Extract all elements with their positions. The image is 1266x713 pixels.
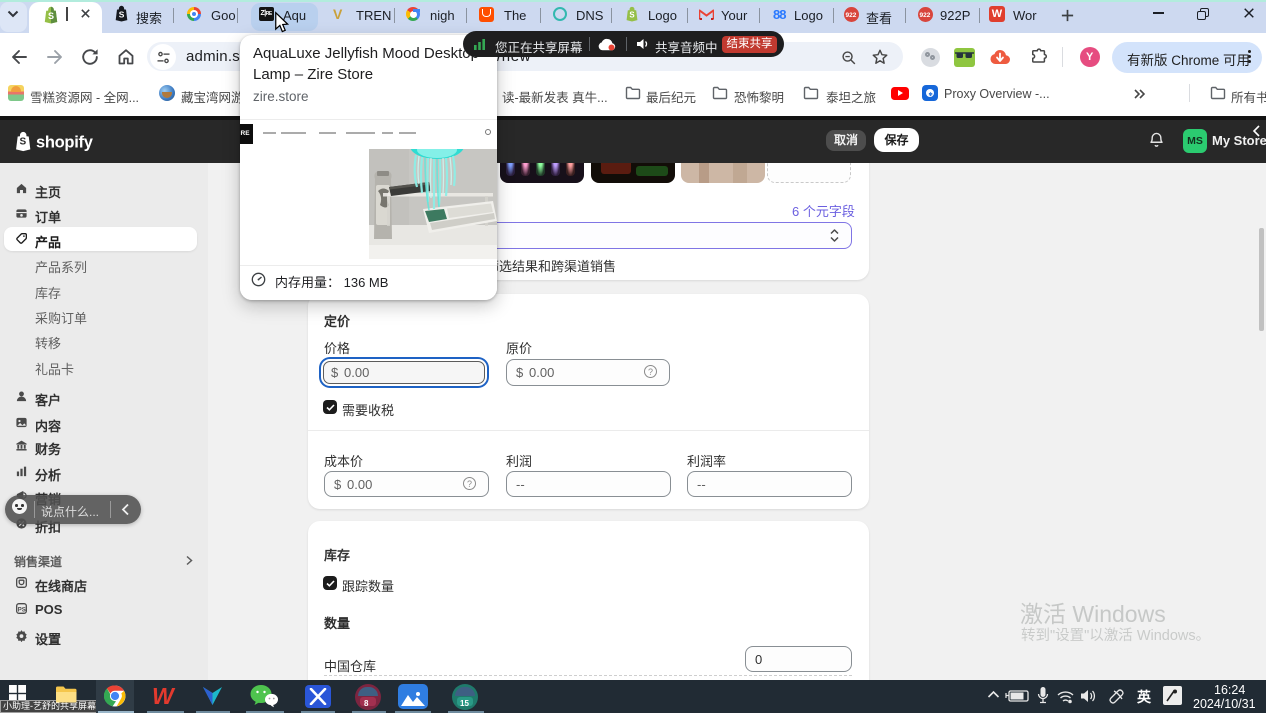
svg-text:shopify: shopify	[36, 134, 94, 152]
svg-text:S: S	[20, 137, 27, 148]
